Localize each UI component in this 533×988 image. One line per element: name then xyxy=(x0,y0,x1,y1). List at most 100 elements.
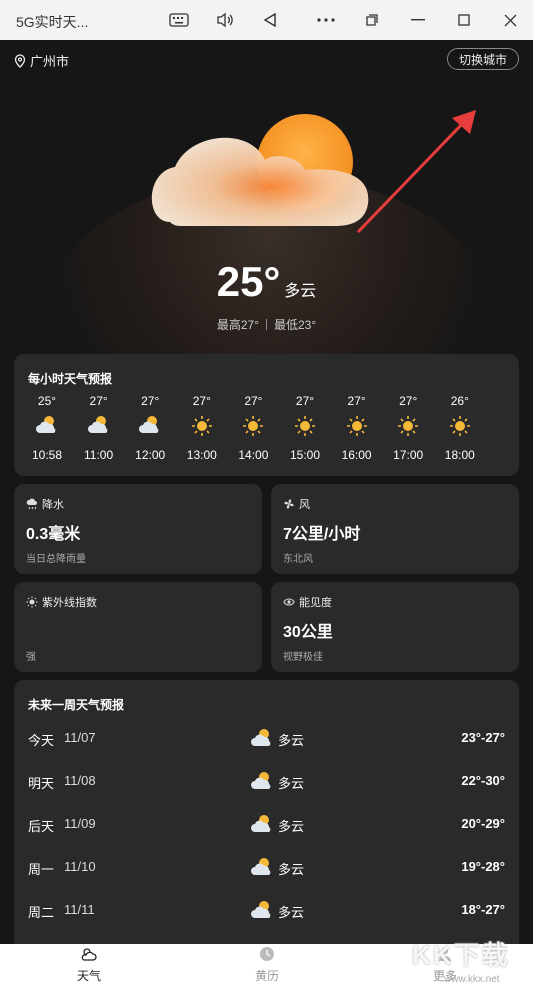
hourly-time: 18:00 xyxy=(444,448,475,462)
weekly-date: 11/09 xyxy=(64,816,96,831)
weekly-date: 11/08 xyxy=(64,773,96,788)
wind-sub: 东北风 xyxy=(283,554,313,565)
weekly-row[interactable]: 周一 11/10 多云 19°-28° xyxy=(28,853,505,883)
hourly-temp: 27° xyxy=(347,394,366,408)
nav-weather-label: 天气 xyxy=(76,969,101,983)
watermark-logo: KK下载 xyxy=(412,940,510,970)
weekly-row[interactable]: 明天 11/08 多云 22°-30° xyxy=(28,767,505,797)
visibility-card: 能见度 30公里 视野极佳 xyxy=(271,582,519,672)
hourly-temp: 25° xyxy=(37,394,57,408)
weekly-date: 11/10 xyxy=(64,859,96,874)
more-icon[interactable] xyxy=(314,8,338,32)
weekly-day: 周一 xyxy=(28,862,55,877)
weekly-day: 今天 xyxy=(28,733,55,748)
weekly-date: 11/11 xyxy=(64,902,95,917)
sun-icon xyxy=(241,414,265,441)
visibility-sub: 视野极佳 xyxy=(283,652,323,663)
uv-label: 紫外线指数 xyxy=(42,597,97,609)
minimize-icon[interactable] xyxy=(406,8,430,32)
sun-icon xyxy=(396,414,420,441)
location-display: 广州市 xyxy=(14,51,69,70)
rain-cloud-icon xyxy=(26,498,37,510)
precip-sub: 当日总降雨量 xyxy=(26,554,86,565)
visibility-label: 能见度 xyxy=(299,597,332,609)
watermark-url: www.kkx.net xyxy=(444,974,500,985)
partly-cloudy-icon xyxy=(250,727,274,752)
hourly-temp: 27° xyxy=(192,394,211,408)
temp-low: 最低23° xyxy=(274,318,317,332)
hourly-time: 11:00 xyxy=(84,448,114,462)
window-title: 5G实时天... xyxy=(16,14,89,30)
weekly-title: 未来一周天气预报 xyxy=(28,698,125,712)
hourly-temp: 27° xyxy=(399,394,418,408)
hourly-temp: 27° xyxy=(295,394,315,408)
hourly-temp: 26° xyxy=(450,394,469,408)
weekly-day: 明天 xyxy=(28,776,55,791)
switch-city-button[interactable]: 切换城市 xyxy=(447,48,519,70)
weekly-temp-range: 19°-28° xyxy=(461,859,505,874)
precip-label: 降水 xyxy=(42,499,64,511)
hourly-time: 16:00 xyxy=(341,448,372,462)
hourly-time: 14:00 xyxy=(238,448,269,462)
precipitation-card: 降水 0.3毫米 当日总降雨量 xyxy=(14,484,262,574)
weekly-condition: 多云 xyxy=(278,733,305,748)
weekly-date: 11/07 xyxy=(64,730,96,745)
partly-cloudy-icon xyxy=(250,899,274,924)
nav-weather[interactable]: 天气 xyxy=(44,946,134,984)
restore-window-icon[interactable] xyxy=(360,8,384,32)
weekly-row[interactable]: 周二 11/11 多云 18°-27° xyxy=(28,896,505,926)
close-icon[interactable] xyxy=(498,8,522,32)
weekly-temp-range: 23°-27° xyxy=(461,730,505,745)
wind-label: 风 xyxy=(299,499,310,511)
hourly-temp: 27° xyxy=(141,394,160,408)
partly-cloudy-icon xyxy=(87,414,111,439)
weekly-temp-range: 20°-29° xyxy=(461,816,505,831)
hourly-list[interactable]: 25° 10:58 27° 11:00 27° 12:00 27° 13:00 27° 14:00… xyxy=(24,394,524,474)
weekly-row[interactable]: 今天 11/07 多云 23°-27° xyxy=(28,724,505,754)
weekly-condition: 多云 xyxy=(278,862,305,877)
hourly-title: 每小时天气预报 xyxy=(28,372,113,386)
volume-icon[interactable] xyxy=(213,8,237,32)
partly-cloudy-icon xyxy=(250,813,274,838)
weather-nav-icon xyxy=(81,948,97,961)
sun-icon xyxy=(448,414,472,441)
visibility-value: 30公里 xyxy=(283,624,333,641)
wind-card: 风 7公里/小时 东北风 xyxy=(271,484,519,574)
hourly-time: 17:00 xyxy=(393,448,424,462)
keyboard-icon[interactable] xyxy=(167,8,191,32)
clock-icon xyxy=(260,947,274,961)
cloudy-hero-icon xyxy=(151,114,369,226)
partly-cloudy-icon xyxy=(35,414,59,439)
hourly-forecast-card: 每小时天气预报 25° 10:58 27° 11:00 27° 12:00 27° 13:00… xyxy=(14,354,519,476)
window-title-bar: 5G实时天... xyxy=(0,0,533,40)
nav-almanac-label: 黄历 xyxy=(254,969,279,983)
uv-index-card: 紫外线指数 强 xyxy=(14,582,262,672)
weekly-row[interactable]: 后天 11/09 多云 20°-29° xyxy=(28,810,505,840)
hourly-temp: 27° xyxy=(244,394,263,408)
hourly-time: 10:58 xyxy=(31,448,63,462)
current-condition: 多云 xyxy=(284,283,317,300)
eye-icon xyxy=(283,598,295,606)
hourly-time: 12:00 xyxy=(135,448,166,462)
precip-value: 0.3毫米 xyxy=(26,526,81,543)
maximize-icon[interactable] xyxy=(452,8,476,32)
sun-icon xyxy=(293,414,317,441)
sun-icon xyxy=(345,414,369,441)
weekly-day: 后天 xyxy=(28,819,55,834)
temp-range: 最高27° 最低23° xyxy=(0,316,533,333)
location-name: 广州市 xyxy=(30,54,70,69)
current-temp-value: 25° xyxy=(216,258,281,305)
weekly-condition: 多云 xyxy=(278,905,305,920)
partly-cloudy-icon xyxy=(138,414,162,439)
hourly-temp: 27° xyxy=(89,394,108,408)
weekly-condition: 多云 xyxy=(278,819,305,834)
hourly-time: 13:00 xyxy=(186,448,217,462)
nav-almanac[interactable]: 黄历 xyxy=(222,946,312,984)
weather-app: 广州市 切换城市 25° 多云 最高27° 最低23° 每小时天气预报 25° 10:… xyxy=(0,40,533,944)
weekly-temp-range: 18°-27° xyxy=(461,902,505,917)
fan-icon xyxy=(284,499,294,509)
weekly-temp-range: 22°-30° xyxy=(461,773,505,788)
current-temperature: 25° 多云 xyxy=(0,258,533,306)
back-icon[interactable] xyxy=(258,8,282,32)
weekly-condition: 多云 xyxy=(278,776,305,791)
